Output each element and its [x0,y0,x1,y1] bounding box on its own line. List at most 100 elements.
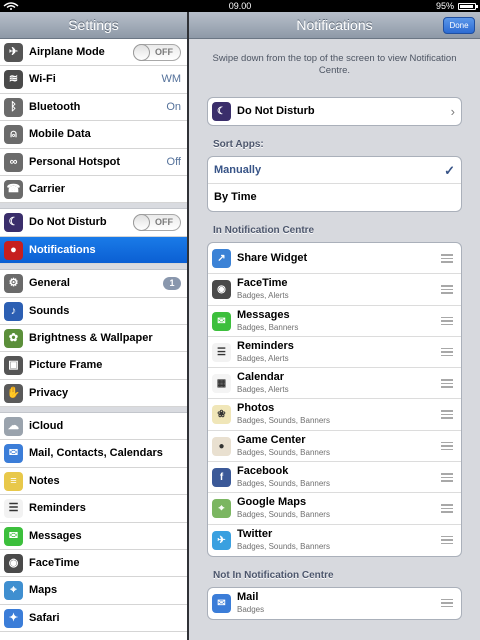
sidebar-item-reminders[interactable]: ☰ Reminders [0,495,187,523]
sidebar-item-wi-fi[interactable]: ≋ Wi-Fi WM [0,66,187,94]
checkmark-icon: ✓ [444,163,455,178]
notes-icon: ≡ [4,471,23,491]
app-name: Twitter [237,527,273,540]
sidebar-item-mobile-data[interactable]: ⍝ Mobile Data [0,121,187,149]
settings-sidebar: Settings ✈ Airplane Mode OFF ≋ Wi-Fi WM ᛒ Bluet… [0,12,187,640]
reorder-handle-icon[interactable] [441,441,453,451]
reorder-handle-icon[interactable] [441,379,453,388]
sidebar-item-sounds[interactable]: ♪ Sounds [0,297,187,325]
facebook-icon: f [212,468,231,488]
sidebar-item-label: Sounds [29,304,70,317]
sidebar-item-airplane-mode[interactable]: ✈ Airplane Mode OFF [0,39,187,67]
app-name: Google Maps [237,496,307,509]
gear-icon: ⚙ [4,274,23,294]
app-row-share-widget[interactable]: ↗ Share Widget [208,243,461,275]
app-alert-style: Badges, Sounds, Banners [237,479,330,489]
sidebar-item-carrier[interactable]: ☎ Carrier [0,175,187,204]
done-button[interactable]: Done [443,17,475,34]
sidebar-item-do-not-disturb[interactable]: ☾ Do Not Disturb OFF [0,209,187,237]
app-alert-style: Badges, Sounds, Banners [237,416,330,426]
reorder-handle-icon[interactable] [441,285,453,294]
sort-option-by-time[interactable]: By Time [208,184,461,211]
bluetooth-icon: ᛒ [4,97,23,117]
app-row-calendar[interactable]: ▦ Calendar Badges, Alerts [208,368,461,400]
app-alert-style: Badges, Sounds, Banners [237,447,330,457]
messages-icon: ✉ [212,311,231,331]
sidebar-item-brightness-wallpaper[interactable]: ✿ Brightness & Wallpaper [0,324,187,353]
sidebar-item-label: Messages [29,529,82,542]
reorder-handle-icon[interactable] [441,535,453,545]
app-name: Calendar [237,371,285,384]
sort-options-card: Manually ✓ By Time [207,156,462,212]
pane-title: Notifications [296,17,373,33]
reminders-icon: ☰ [4,499,23,519]
sidebar-item-facetime[interactable]: ◉ FaceTime [0,550,187,578]
airplane-icon: ✈ [4,43,23,62]
sidebar-item-label: Privacy [29,386,69,399]
maps-icon: ⌖ [4,581,23,601]
sidebar-title: Settings [0,12,187,39]
reorder-handle-icon[interactable] [441,316,453,326]
toggle-knob [133,214,150,232]
reorder-handle-icon[interactable] [441,410,453,419]
messages-icon: ✉ [4,526,23,546]
sidebar-item-notes[interactable]: ≡ Notes [0,467,187,496]
sidebar-item-bluetooth[interactable]: ᛒ Bluetooth On [0,93,187,122]
app-row-google-maps[interactable]: ⌖ Google Maps Badges, Sounds, Banners [208,493,461,525]
app-row-game-center[interactable]: ● Game Center Badges, Sounds, Banners [208,431,461,463]
sidebar-item-mail-contacts-calendars[interactable]: ✉ Mail, Contacts, Calendars [0,440,187,468]
reminders-icon: ☰ [212,342,231,362]
reorder-handle-icon[interactable] [441,598,453,608]
app-row-reminders[interactable]: ☰ Reminders Badges, Alerts [208,337,461,369]
sidebar-item-personal-hotspot[interactable]: ∞ Personal Hotspot Off [0,148,187,176]
sidebar-item-label: Mail, Contacts, Calendars [29,447,163,460]
sidebar-item-maps[interactable]: ⌖ Maps [0,577,187,605]
status-time: 09.00 [228,1,252,11]
cloud-icon: ☁ [4,417,23,437]
sidebar-item-privacy[interactable]: ✋ Privacy [0,379,187,408]
dnd-row[interactable]: ☾ Do Not Disturb › [208,98,461,125]
not-in-notification-centre-list: ✉ Mail Badges [207,586,462,621]
sidebar-item-label: Carrier [29,182,66,195]
sort-option-manually[interactable]: Manually ✓ [208,157,461,184]
game-center-icon: ● [212,436,231,456]
app-alert-style: Badges [237,604,265,614]
app-name: FaceTime [237,277,288,290]
sidebar-item-label: Reminders [29,502,86,515]
reorder-handle-icon[interactable] [441,347,453,357]
battery-fill [460,5,474,8]
in-notification-centre-list: ↗ Share Widget ◉ FaceTime Badges, Alerts ✉ Mes… [207,242,462,557]
sidebar-item-picture-frame[interactable]: ▣ Picture Frame [0,352,187,380]
flower-icon: ✿ [4,328,23,348]
app-row-twitter[interactable]: ✈ Twitter Badges, Sounds, Banners [208,525,461,556]
speaker-icon: ♪ [4,301,23,321]
app-row-photos[interactable]: ❀ Photos Badges, Sounds, Banners [208,399,461,431]
toggle-switch[interactable]: OFF [133,44,181,61]
sidebar-item-general[interactable]: ⚙ General 1 [0,270,187,298]
hotspot-icon: ∞ [4,152,23,172]
app-row-messages[interactable]: ✉ Messages Badges, Banners [208,306,461,337]
app-row-facetime[interactable]: ◉ FaceTime Badges, Alerts [208,274,461,306]
sidebar-item-icloud[interactable]: ☁ iCloud [0,413,187,441]
sidebar-item-safari[interactable]: ✦ Safari [0,604,187,633]
reorder-handle-icon[interactable] [441,473,453,482]
notification-centre-hint: Swipe down from the top of the screen to… [212,53,457,76]
app-row-mail[interactable]: ✉ Mail Badges [208,588,461,619]
sort-option-label: Manually [214,164,262,176]
reorder-handle-icon[interactable] [441,504,453,513]
reorder-handle-icon[interactable] [441,254,453,263]
in-notification-centre-header: In Notification Centre [213,225,315,236]
wifi-icon: ≋ [4,70,23,90]
app-row-facebook[interactable]: f Facebook Badges, Sounds, Banners [208,462,461,494]
sidebar-item-messages[interactable]: ✉ Messages [0,522,187,551]
toggle-knob [133,44,150,61]
app-name: Game Center [237,433,306,446]
sidebar-item-label: Maps [29,584,58,597]
app-alert-style: Badges, Sounds, Banners [237,510,330,520]
moon-icon: ☾ [212,102,231,121]
sidebar-item-notifications[interactable]: ● Notifications [0,236,187,265]
share-icon: ↗ [212,249,231,268]
status-bar: 09.00 95% [0,0,480,12]
toggle-switch[interactable]: OFF [133,214,181,232]
safari-icon: ✦ [4,608,23,628]
